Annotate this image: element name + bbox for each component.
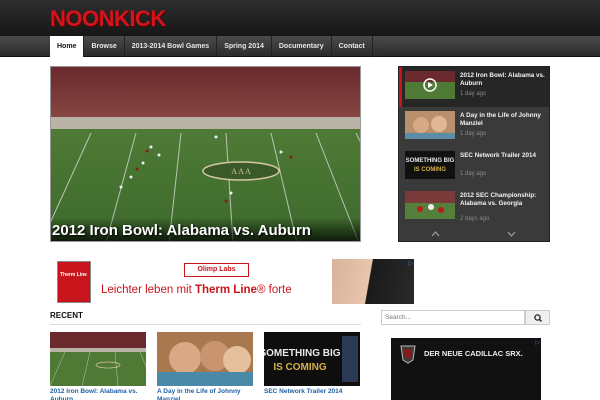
site-header: NOONKICK bbox=[0, 0, 600, 36]
playlist-controls bbox=[399, 227, 549, 241]
divider bbox=[50, 324, 361, 325]
svg-text:SOMETHING BIG: SOMETHING BIG bbox=[406, 158, 455, 164]
search-form bbox=[381, 310, 550, 325]
featured-video-caption: 2012 Iron Bowl: Alabama vs. Auburn bbox=[51, 217, 360, 241]
playlist-item-date: 1 day ago bbox=[460, 91, 487, 97]
search-button[interactable] bbox=[525, 310, 550, 325]
playlist-item-title: A Day in the Life of Johnny Manziel bbox=[460, 112, 541, 127]
ad-image bbox=[332, 259, 414, 304]
ad-product-box: Therm Line bbox=[57, 261, 91, 303]
svg-text:IS COMING: IS COMING bbox=[273, 362, 327, 373]
adchoices-icon[interactable]: ▷ bbox=[408, 260, 413, 267]
nav-item-browse[interactable]: Browse bbox=[84, 36, 125, 57]
recent-card-title[interactable]: SEC Network Trailer 2014 bbox=[264, 388, 360, 396]
cadillac-logo bbox=[400, 345, 416, 364]
video-playlist: 2012 Iron Bowl: Alabama vs. Auburn 1 day… bbox=[398, 66, 550, 242]
recent-heading: RECENT bbox=[50, 311, 83, 320]
recent-card-thumbnail[interactable]: SOMETHING BIG IS COMING bbox=[264, 332, 360, 386]
playlist-item[interactable]: 2012 Iron Bowl: Alabama vs. Auburn 1 day… bbox=[399, 67, 549, 107]
featured-video[interactable]: A A A 2012 Iron Bowl: Alabama vs. Auburn bbox=[50, 66, 361, 242]
featured-video-title[interactable]: 2012 Iron Bowl: Alabama vs. Auburn bbox=[52, 222, 311, 239]
main-nav: Home Browse 2013-2014 Bowl Games Spring … bbox=[0, 36, 600, 57]
playlist-item[interactable]: A Day in the Life of Johnny Manziel 1 da… bbox=[399, 107, 549, 147]
playlist-item-date: 2 days ago bbox=[460, 216, 490, 222]
playlist-thumbnail bbox=[405, 191, 455, 219]
side-ad[interactable]: DER NEUE CADILLAC SRX. ▷ bbox=[391, 338, 541, 400]
nav-item-bowl-games[interactable]: 2013-2014 Bowl Games bbox=[125, 36, 218, 57]
nav-item-spring-2014[interactable]: Spring 2014 bbox=[217, 36, 272, 57]
playlist-thumbnail bbox=[405, 71, 455, 99]
ad-banner[interactable]: Therm Line Olimp Labs Leichter leben mit… bbox=[57, 259, 414, 304]
playlist-item-date: 1 day ago bbox=[460, 131, 487, 137]
recent-card-thumbnail[interactable] bbox=[157, 332, 253, 386]
featured-video-thumbnail: A A A bbox=[51, 67, 360, 241]
side-ad-text: DER NEUE CADILLAC SRX. bbox=[424, 349, 523, 358]
nav-item-documentary[interactable]: Documentary bbox=[272, 36, 332, 57]
playlist-thumbnail bbox=[405, 111, 455, 139]
search-icon bbox=[534, 314, 543, 323]
svg-text:SOMETHING BIG: SOMETHING BIG bbox=[264, 348, 341, 359]
ad-text: Leichter leben mit Therm Line® forte bbox=[101, 284, 292, 296]
playlist-item[interactable]: 2012 SEC Championship: Alabama vs. Georg… bbox=[399, 187, 549, 227]
search-input[interactable] bbox=[381, 310, 525, 325]
site-logo[interactable]: NOONKICK bbox=[50, 6, 166, 32]
playlist-item-date: 1 day ago bbox=[460, 171, 487, 177]
recent-card-title[interactable]: A Day in the Life of Johnny Manziel bbox=[157, 388, 253, 400]
playlist-item-title: 2012 Iron Bowl: Alabama vs. Auburn bbox=[460, 72, 545, 87]
svg-text:IS COMING: IS COMING bbox=[414, 167, 446, 173]
nav-item-contact[interactable]: Contact bbox=[332, 36, 373, 57]
playlist-item[interactable]: SOMETHING BIG IS COMING SEC Network Trai… bbox=[399, 147, 549, 187]
recent-card-title[interactable]: 2012 Iron Bowl: Alabama vs. Auburn bbox=[50, 388, 146, 400]
playlist-thumbnail: SOMETHING BIG IS COMING bbox=[405, 151, 455, 179]
nav-item-home[interactable]: Home bbox=[50, 36, 85, 57]
playlist-item-title: 2012 SEC Championship: Alabama vs. Georg… bbox=[460, 192, 537, 207]
recent-card-thumbnail[interactable] bbox=[50, 332, 146, 386]
playlist-item-title: SEC Network Trailer 2014 bbox=[460, 152, 536, 159]
ad-brand-logo: Olimp Labs bbox=[184, 263, 249, 277]
adchoices-icon[interactable]: ▷ bbox=[535, 339, 540, 346]
chevron-down-icon[interactable] bbox=[507, 229, 516, 239]
svg-text:A A A: A A A bbox=[231, 167, 251, 176]
chevron-up-icon[interactable] bbox=[431, 229, 440, 239]
